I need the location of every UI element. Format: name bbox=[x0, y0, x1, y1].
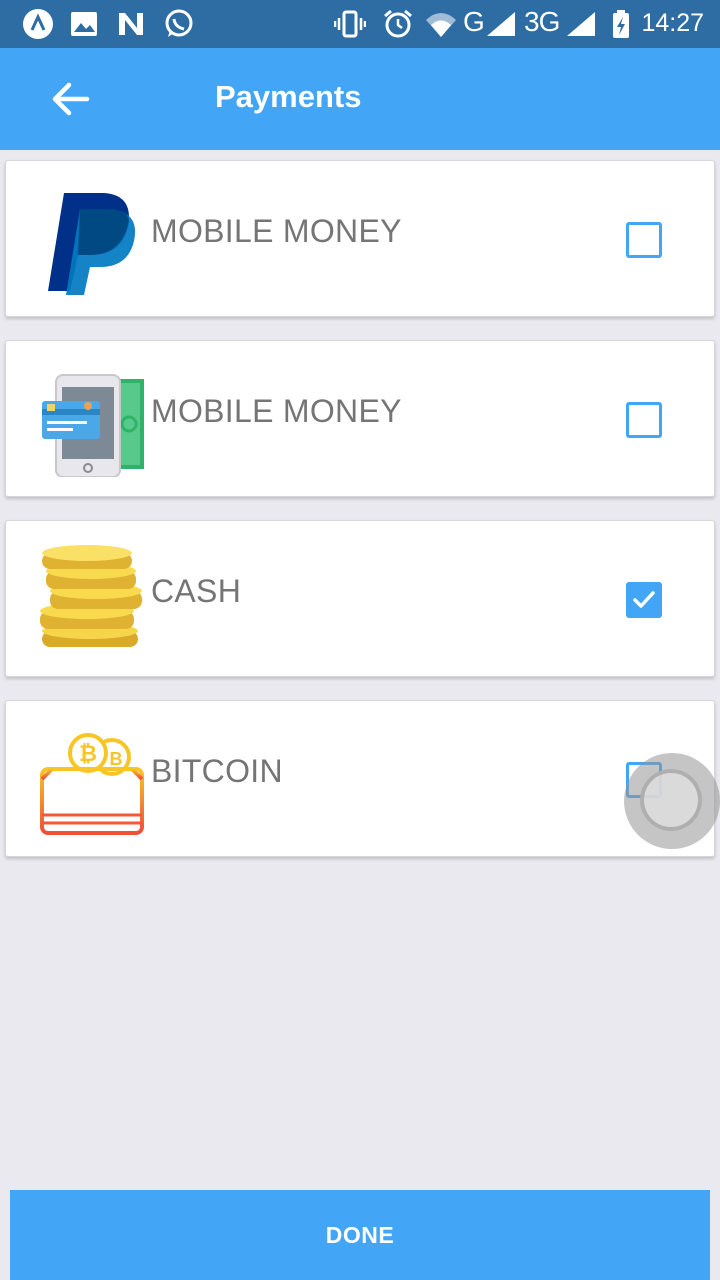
network-type-label-2: 3G bbox=[524, 6, 560, 37]
payment-option-checkbox[interactable] bbox=[626, 582, 662, 618]
payment-option-card[interactable]: CASH bbox=[5, 520, 715, 677]
vibrate-icon bbox=[334, 10, 366, 38]
mobile-payment-icon bbox=[42, 374, 144, 477]
page-title: Payments bbox=[215, 79, 362, 114]
touch-indicator-center bbox=[640, 769, 702, 831]
status-bar: G 3G 14:27 bbox=[0, 0, 720, 48]
svg-text:B: B bbox=[110, 749, 123, 769]
check-icon bbox=[633, 591, 655, 608]
touch-indicator bbox=[624, 753, 720, 849]
payment-option-label: MOBILE MONEY bbox=[151, 213, 402, 249]
payment-option-card[interactable]: MOBILE MONEY bbox=[5, 160, 715, 317]
wifi-icon bbox=[426, 13, 456, 37]
bitcoin-wallet-icon: ₿ B bbox=[40, 733, 144, 835]
clock-time: 14:27 bbox=[641, 9, 704, 37]
whatsapp-icon bbox=[165, 9, 193, 37]
battery-charging-icon bbox=[613, 10, 629, 38]
paypal-logo-icon bbox=[48, 193, 136, 295]
payment-option-checkbox[interactable] bbox=[626, 222, 662, 258]
image-icon bbox=[71, 12, 97, 36]
coins-icon bbox=[40, 545, 142, 647]
done-button[interactable]: DONE bbox=[10, 1190, 710, 1280]
n-app-icon bbox=[119, 13, 143, 35]
payment-option-card[interactable]: ₿ B BITCOIN bbox=[5, 700, 715, 857]
back-button[interactable] bbox=[44, 72, 98, 126]
payment-option-card[interactable]: MOBILE MONEY bbox=[5, 340, 715, 497]
payment-option-label: MOBILE MONEY bbox=[151, 393, 402, 429]
arrow-back-icon bbox=[52, 82, 90, 116]
app-a-icon bbox=[23, 9, 53, 39]
app-bar: Payments bbox=[0, 48, 720, 150]
payment-option-checkbox[interactable] bbox=[626, 402, 662, 438]
signal-icon bbox=[567, 12, 595, 36]
payment-option-label: CASH bbox=[151, 573, 242, 609]
alarm-icon bbox=[384, 9, 412, 38]
signal-icon bbox=[487, 12, 515, 36]
svg-text:₿: ₿ bbox=[79, 741, 97, 766]
payment-option-label: BITCOIN bbox=[151, 753, 283, 789]
network-type-label: G bbox=[463, 6, 485, 37]
